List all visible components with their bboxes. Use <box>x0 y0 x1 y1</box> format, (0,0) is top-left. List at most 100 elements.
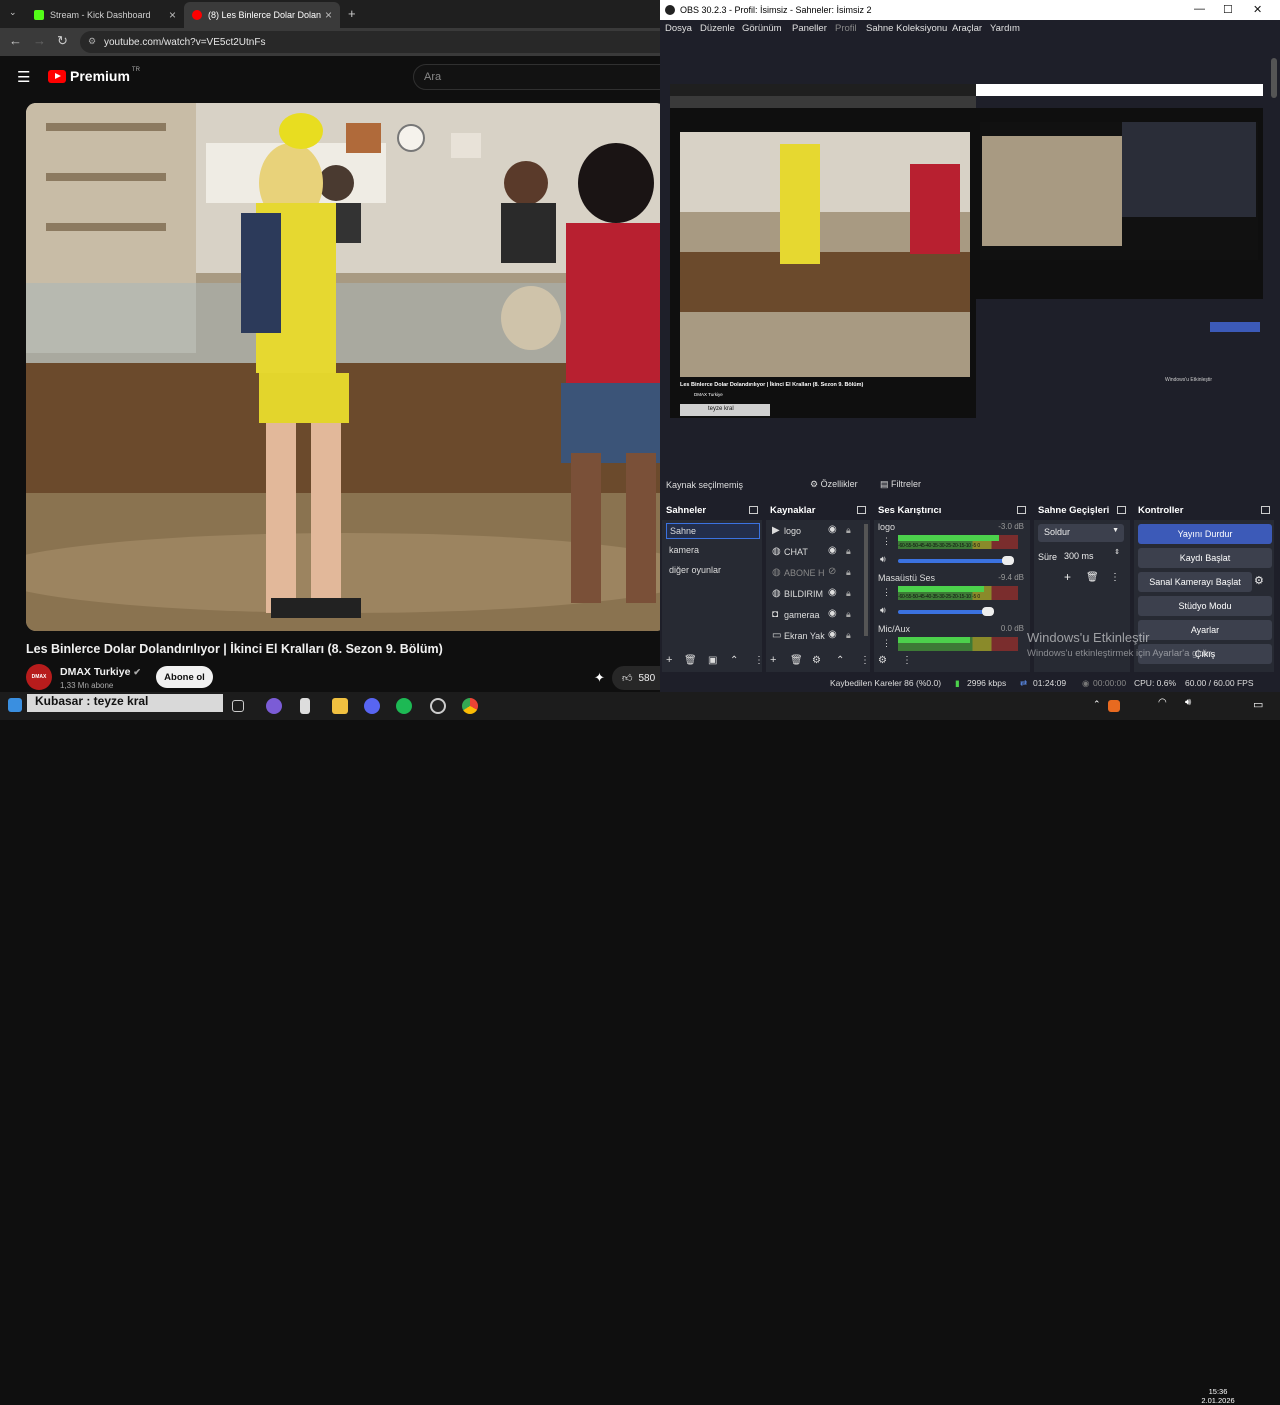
channel-options-icon[interactable]: ⋮ <box>882 638 891 649</box>
task-view-icon[interactable] <box>232 700 244 712</box>
menu-profile[interactable]: Profil <box>835 23 857 34</box>
eye-icon[interactable]: ◉ <box>828 608 837 619</box>
close-icon[interactable]: ✕ <box>1253 3 1262 16</box>
lock-icon[interactable]: 🔒︎ <box>846 588 851 599</box>
menu-help[interactable]: Yardım <box>990 23 1020 34</box>
sparkle-icon[interactable]: ✦ <box>594 670 605 686</box>
scene-item-sahne[interactable]: Sahne <box>666 523 760 539</box>
more-options-icon[interactable]: ⋮ <box>902 655 912 666</box>
eye-icon[interactable]: ◉ <box>828 587 837 598</box>
lock-icon[interactable]: 🔒︎ <box>846 567 851 578</box>
settings-button[interactable]: Ayarlar <box>1138 620 1272 640</box>
source-item-ekran[interactable]: ▭ Ekran Yak ◉ 🔒︎ <box>770 628 866 646</box>
menu-docks[interactable]: Paneller <box>792 23 827 34</box>
search-input[interactable]: Ara <box>413 64 660 90</box>
add-scene-icon[interactable]: + <box>666 654 672 666</box>
hamburger-menu-icon[interactable]: ☰ <box>17 68 30 86</box>
studio-mode-button[interactable]: Stüdyo Modu <box>1138 596 1272 616</box>
spotify-icon[interactable] <box>396 698 412 714</box>
chrome-icon[interactable] <box>462 698 478 714</box>
copilot-icon[interactable] <box>266 698 282 714</box>
video-player[interactable] <box>26 103 660 631</box>
obs-taskbar-icon[interactable] <box>430 698 446 714</box>
volume-slider[interactable] <box>898 607 994 616</box>
scene-item-kamera[interactable]: kamera <box>666 543 760 559</box>
remove-source-icon[interactable]: 🗑︎ <box>790 655 803 666</box>
add-source-icon[interactable]: + <box>770 654 776 666</box>
like-button[interactable]: 👍︎ 580 <box>612 666 660 690</box>
close-tab-icon[interactable]: × <box>325 8 332 22</box>
lock-icon[interactable]: 🔒︎ <box>846 546 851 557</box>
move-up-icon[interactable]: ⌃ <box>730 655 738 666</box>
close-tab-icon[interactable]: × <box>169 8 176 22</box>
eye-hidden-icon[interactable]: ⊘ <box>828 566 836 577</box>
duration-input[interactable]: 300 ms ⇕ <box>1060 548 1122 565</box>
tray-app-icon[interactable] <box>1108 700 1120 712</box>
start-virtual-camera-button[interactable]: Sanal Kamerayı Başlat <box>1138 572 1252 592</box>
back-arrow-icon[interactable]: ← <box>9 33 22 48</box>
subscribe-button[interactable]: Abone ol <box>156 666 213 688</box>
sources-scrollbar[interactable] <box>864 524 868 636</box>
lock-icon[interactable]: 🔒︎ <box>846 609 851 620</box>
mixer-settings-icon[interactable]: ⚙ <box>878 655 887 666</box>
source-item-logo[interactable]: ▶ logo ◉ 🔒︎ <box>770 523 866 541</box>
remove-scene-icon[interactable]: 🗑︎ <box>684 655 697 666</box>
tab-youtube-video[interactable]: (8) Les Binlerce Dolar Dolan × <box>184 2 340 28</box>
transition-select[interactable]: Soldur ▼ <box>1038 524 1124 542</box>
lock-icon[interactable]: 🔒︎ <box>846 525 851 536</box>
scene-item-diger-oyunlar[interactable]: diğer oyunlar <box>666 563 760 579</box>
volume-slider[interactable] <box>898 556 1014 565</box>
preview-scrollbar[interactable] <box>1271 58 1277 98</box>
stop-streaming-button[interactable]: Yayını Durdur <box>1138 524 1272 544</box>
move-up-icon[interactable]: ⌃ <box>836 655 844 666</box>
source-item-gameraa[interactable]: ◘ gameraa ◉ 🔒︎ <box>770 607 866 625</box>
minimize-icon[interactable]: — <box>1194 3 1205 15</box>
menu-file[interactable]: Dosya <box>665 23 692 34</box>
menu-tools[interactable]: Araçlar <box>952 23 982 34</box>
clock[interactable]: 15:36 2.01.2026 <box>1198 1387 1238 1405</box>
undock-icon[interactable] <box>749 506 758 514</box>
scene-filter-icon[interactable]: ▣ <box>708 655 717 666</box>
notification-icon[interactable]: ▭ <box>1253 698 1263 711</box>
undock-icon[interactable] <box>857 506 866 514</box>
tray-chevron-icon[interactable]: ⌃ <box>1093 699 1101 710</box>
speaker-icon[interactable]: 🔊︎ <box>880 554 886 565</box>
source-item-abone[interactable]: ◍ ABONE H ⊘ 🔒︎ <box>770 565 866 583</box>
site-info-icon[interactable]: ⚙ <box>88 36 96 47</box>
undock-icon[interactable] <box>1017 506 1026 514</box>
file-icon[interactable] <box>300 698 310 714</box>
eye-icon[interactable]: ◉ <box>828 545 837 556</box>
start-icon[interactable] <box>8 698 22 712</box>
reload-icon[interactable]: ↻ <box>57 33 68 49</box>
menu-scene-collection[interactable]: Sahne Koleksiyonu <box>866 23 947 34</box>
remove-transition-icon[interactable]: 🗑︎ <box>1086 572 1099 583</box>
transition-more-icon[interactable]: ⋮ <box>1110 572 1120 583</box>
channel-options-icon[interactable]: ⋮ <box>882 587 891 598</box>
discord-icon[interactable] <box>364 698 380 714</box>
source-item-chat[interactable]: ◍ CHAT ◉ 🔒︎ <box>770 544 866 562</box>
eye-icon[interactable]: ◉ <box>828 629 837 640</box>
menu-edit[interactable]: Düzenle <box>700 23 735 34</box>
more-options-icon[interactable]: ⋮ <box>754 655 764 666</box>
obs-preview[interactable]: Les Binlerce Dolar Dolandırılıyor | İkin… <box>670 84 1263 418</box>
forward-arrow-icon[interactable]: → <box>33 33 46 48</box>
address-bar[interactable]: ⚙ youtube.com/watch?v=VE5ct2UtnFs <box>80 31 660 53</box>
plus-icon[interactable]: + <box>348 6 356 21</box>
add-transition-icon[interactable]: + <box>1064 570 1071 584</box>
stepper-icon[interactable]: ⇕ <box>1114 548 1120 556</box>
speaker-icon[interactable]: 🔊︎ <box>880 605 886 616</box>
properties-button[interactable]: ⚙ Özellikler <box>810 479 858 490</box>
youtube-logo[interactable]: Premium TR <box>48 67 140 84</box>
lock-icon[interactable]: 🔒︎ <box>846 630 851 641</box>
channel-options-icon[interactable]: ⋮ <box>882 536 891 547</box>
menu-view[interactable]: Görünüm <box>742 23 782 34</box>
more-options-icon[interactable]: ⋮ <box>860 655 870 666</box>
volume-icon[interactable]: 🔊︎ <box>1185 697 1191 708</box>
tab-search-icon[interactable]: ⌄ <box>9 7 17 18</box>
undock-icon[interactable] <box>1261 506 1270 514</box>
filters-button[interactable]: ▤ Filtreler <box>880 479 921 490</box>
eye-icon[interactable]: ◉ <box>828 524 837 535</box>
virtual-camera-settings-icon[interactable]: ⚙ <box>1254 574 1264 587</box>
channel-avatar[interactable]: DMAX <box>26 664 52 690</box>
start-recording-button[interactable]: Kaydı Başlat <box>1138 548 1272 568</box>
